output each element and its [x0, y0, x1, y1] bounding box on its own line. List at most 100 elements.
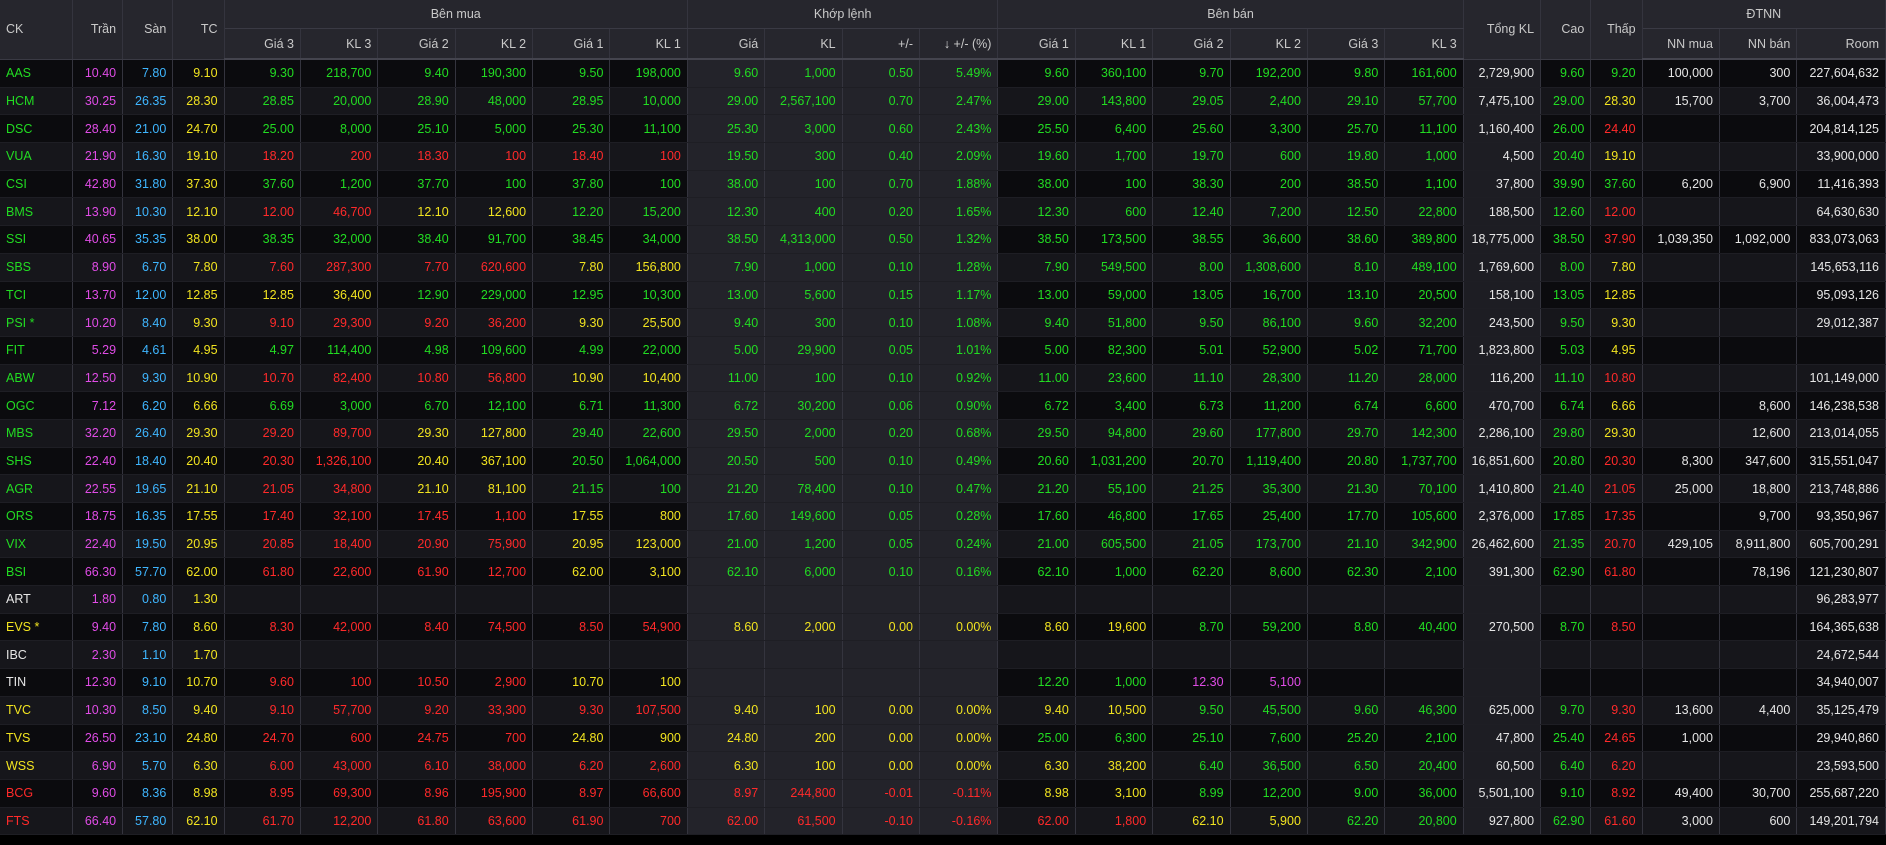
col-header-high[interactable]: Cao	[1540, 0, 1592, 60]
col-header-ask-vol-2[interactable]: KL 2	[1230, 28, 1308, 60]
col-header-ask-vol-3[interactable]: KL 3	[1384, 28, 1464, 60]
cell-symbol[interactable]: TVC	[0, 696, 73, 725]
table-row[interactable]: WSS 6.90 5.70 6.30 6.00 43,000 6.10 38,000 6.20 2…	[0, 751, 1886, 780]
col-header-bid-price-2[interactable]: Giá 2	[377, 28, 456, 60]
cell-symbol[interactable]: BSI	[0, 557, 73, 587]
cell-change	[842, 585, 920, 614]
col-header-foreign-buy[interactable]: NN mua	[1642, 28, 1720, 60]
col-header-bid-price-3[interactable]: Giá 3	[224, 28, 301, 60]
cell-foreign-buy	[1642, 336, 1720, 365]
cell-foreign-buy	[1642, 613, 1720, 642]
cell-ask-price-1: 25.00	[997, 724, 1076, 753]
table-row[interactable]: OGC 7.12 6.20 6.66 6.69 3,000 6.70 12,100 6.71 11…	[0, 391, 1886, 420]
cell-total-volume: 270,500	[1463, 613, 1542, 642]
cell-foreign-room: 23,593,500	[1796, 751, 1886, 780]
table-row[interactable]: DSC 28.40 21.00 24.70 25.00 8,000 25.10 5,000 25…	[0, 114, 1886, 144]
table-row[interactable]: CSI 42.80 31.80 37.30 37.60 1,200 37.70 100 37.8…	[0, 170, 1886, 199]
table-row[interactable]: BSI 66.30 57.70 62.00 61.80 22,600 61.90 12,700…	[0, 557, 1886, 587]
cell-symbol[interactable]: FIT	[0, 336, 73, 365]
cell-symbol[interactable]: PSI *	[0, 308, 73, 337]
col-header-bid-vol-3[interactable]: KL 3	[300, 28, 379, 60]
cell-symbol[interactable]: IBC	[0, 640, 73, 670]
col-header-bid-vol-2[interactable]: KL 2	[455, 28, 534, 60]
table-row[interactable]: FTS 66.40 57.80 62.10 61.70 12,200 61.80 63,600…	[0, 807, 1886, 836]
col-header-floor[interactable]: Sàn	[122, 0, 174, 60]
cell-symbol[interactable]: ART	[0, 585, 73, 614]
table-row[interactable]: SBS 8.90 6.70 7.80 7.60 287,300 7.70 620,600 7.8…	[0, 253, 1886, 282]
table-row[interactable]: BMS 13.90 10.30 12.10 12.00 46,700 12.10 12,600…	[0, 197, 1886, 227]
cell-symbol[interactable]: CSI	[0, 170, 73, 199]
cell-symbol[interactable]: BCG	[0, 779, 73, 808]
cell-symbol[interactable]: SBS	[0, 253, 73, 282]
cell-symbol[interactable]: TIN	[0, 668, 73, 697]
table-row[interactable]: TVC 10.30 8.50 9.40 9.10 57,700 9.20 33,300 9.30…	[0, 696, 1886, 725]
table-row[interactable]: TIN 12.30 9.10 10.70 9.60 100 10.50 2,900 10.70 1…	[0, 668, 1886, 697]
table-row[interactable]: ART 1.80 0.80 1.30 96,283,977	[0, 585, 1886, 614]
table-row[interactable]: HCM 30.25 26.35 28.30 28.85 20,000 28.90 48,000…	[0, 87, 1886, 116]
cell-symbol[interactable]: AGR	[0, 474, 73, 503]
col-header-symbol[interactable]: CK	[0, 0, 73, 60]
table-row[interactable]: VUA 21.90 16.30 19.10 18.20 200 18.30 100 18.40 1…	[0, 142, 1886, 171]
col-header-bid-price-1[interactable]: Giá 1	[532, 28, 611, 60]
cell-symbol[interactable]: TCI	[0, 281, 73, 310]
table-row[interactable]: TVS 26.50 23.10 24.80 24.70 600 24.75 700 24.80 9…	[0, 724, 1886, 753]
table-row[interactable]: VIX 22.40 19.50 20.95 20.85 18,400 20.90 75,900…	[0, 530, 1886, 559]
cell-ask-price-3: 12.50	[1307, 197, 1386, 227]
cell-foreign-sell: 9,700	[1719, 502, 1798, 531]
col-header-ask-vol-1[interactable]: KL 1	[1075, 28, 1154, 60]
cell-symbol[interactable]: EVS *	[0, 613, 73, 642]
cell-high: 9.50	[1540, 308, 1592, 337]
cell-symbol[interactable]: ORS	[0, 502, 73, 531]
col-header-match-volume[interactable]: KL	[764, 28, 843, 60]
table-row[interactable]: ORS 18.75 16.35 17.55 17.40 32,100 17.45 1,100 1…	[0, 502, 1886, 531]
table-row[interactable]: TCI 13.70 12.00 12.85 12.85 36,400 12.90 229,00…	[0, 281, 1886, 310]
cell-foreign-room: 29,012,387	[1796, 308, 1886, 337]
cell-symbol[interactable]: DSC	[0, 114, 73, 144]
table-row[interactable]: IBC 2.30 1.10 1.70 24,672,544	[0, 640, 1886, 670]
cell-symbol[interactable]: AAS	[0, 59, 73, 88]
cell-symbol[interactable]: OGC	[0, 391, 73, 420]
col-header-bid-vol-1[interactable]: KL 1	[609, 28, 688, 60]
col-header-ask-price-3[interactable]: Giá 3	[1307, 28, 1386, 60]
cell-symbol[interactable]: VUA	[0, 142, 73, 171]
cell-foreign-room: 255,687,220	[1796, 779, 1886, 808]
cell-symbol[interactable]: TVS	[0, 724, 73, 753]
cell-symbol[interactable]: SSI	[0, 225, 73, 254]
table-row[interactable]: FIT 5.29 4.61 4.95 4.97 114,400 4.98 109,600 4.9…	[0, 336, 1886, 365]
col-header-foreign-sell[interactable]: NN bán	[1719, 28, 1798, 60]
cell-high: 26.00	[1540, 114, 1592, 144]
col-header-foreign-room[interactable]: Room	[1796, 28, 1886, 60]
cell-symbol[interactable]: HCM	[0, 87, 73, 116]
col-header-ask-price-1[interactable]: Giá 1	[997, 28, 1076, 60]
table-row[interactable]: BCG 9.60 8.36 8.98 8.95 69,300 8.96 195,900 8.97…	[0, 779, 1886, 808]
col-header-low[interactable]: Thấp	[1590, 0, 1643, 60]
table-row[interactable]: AAS 10.40 7.80 9.10 9.30 218,700 9.40 190,300 9.…	[0, 59, 1886, 88]
table-row[interactable]: EVS * 9.40 7.80 8.60 8.30 42,000 8.40 74,500 8.5…	[0, 613, 1886, 642]
cell-symbol[interactable]: VIX	[0, 530, 73, 559]
cell-match-price: 62.00	[687, 807, 766, 836]
cell-foreign-room: 93,350,967	[1796, 502, 1886, 531]
cell-symbol[interactable]: ABW	[0, 364, 73, 393]
col-header-change[interactable]: +/-	[842, 28, 920, 60]
cell-symbol[interactable]: FTS	[0, 807, 73, 836]
table-row[interactable]: ABW 12.50 9.30 10.90 10.70 82,400 10.80 56,800 1…	[0, 364, 1886, 393]
col-header-change-pct[interactable]: ↓ +/- (%)	[919, 28, 999, 60]
table-row[interactable]: AGR 22.55 19.65 21.10 21.05 34,800 21.10 81,100…	[0, 474, 1886, 503]
table-row[interactable]: PSI * 10.20 8.40 9.30 9.10 29,300 9.20 36,200 9.…	[0, 308, 1886, 337]
table-row[interactable]: SSI 40.65 35.35 38.00 38.35 32,000 38.40 91,700…	[0, 225, 1886, 254]
col-header-ceiling[interactable]: Trần	[72, 0, 124, 60]
table-row[interactable]: SHS 22.40 18.40 20.40 20.30 1,326,100 20.40 367…	[0, 447, 1886, 476]
col-header-total-volume[interactable]: Tổng KL	[1463, 0, 1542, 60]
table-row[interactable]: MBS 32.20 26.40 29.30 29.20 89,700 29.30 127,80…	[0, 419, 1886, 448]
cell-symbol[interactable]: WSS	[0, 751, 73, 780]
cell-change	[842, 668, 920, 697]
cell-symbol[interactable]: SHS	[0, 447, 73, 476]
col-header-reference[interactable]: TC	[172, 0, 225, 60]
cell-change-pct: 0.16%	[919, 557, 999, 587]
cell-symbol[interactable]: BMS	[0, 197, 73, 227]
cell-symbol[interactable]: MBS	[0, 419, 73, 448]
col-header-ask-price-2[interactable]: Giá 2	[1152, 28, 1231, 60]
col-header-match-price[interactable]: Giá	[687, 28, 766, 60]
cell-bid-price-1: 24.80	[532, 724, 611, 753]
cell-bid-price-3: 8.95	[224, 779, 301, 808]
